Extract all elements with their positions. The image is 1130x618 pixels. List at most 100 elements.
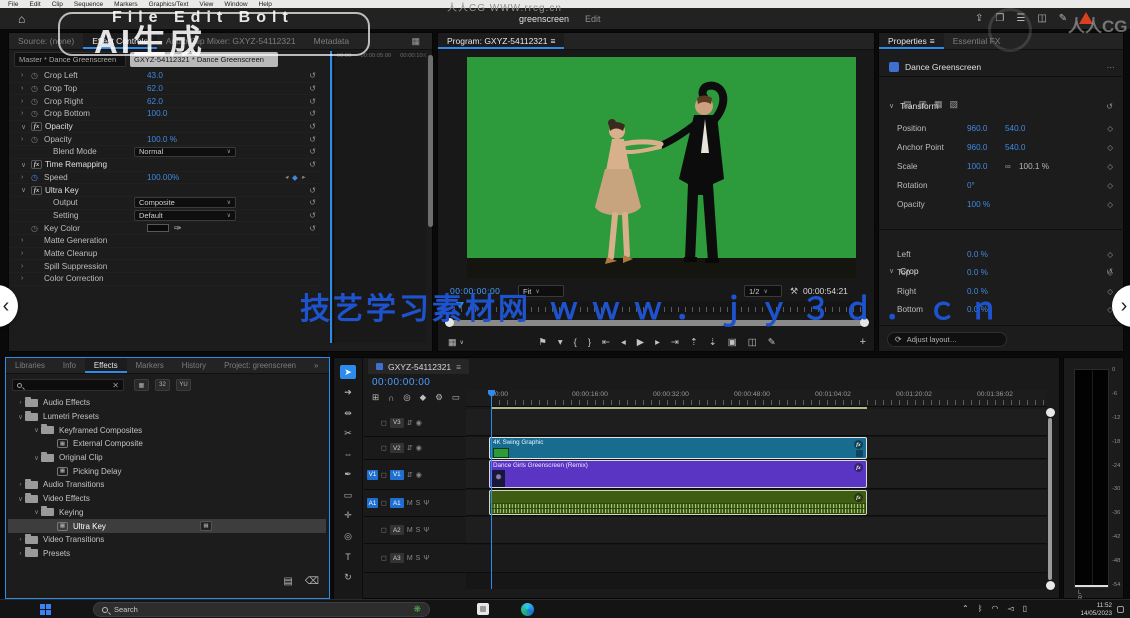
timeline-scrollbar[interactable] — [1048, 418, 1052, 580]
audio-track-header[interactable]: ◻ A3 M S Ψ — [364, 544, 466, 573]
align-center-icon[interactable]: ▥ — [919, 99, 928, 110]
tree-row[interactable]: ▦ Picking Delay ▦ — [8, 464, 326, 478]
keyframe-icon[interactable]: ◇ — [1107, 268, 1113, 277]
twirl-icon[interactable]: ∨ — [21, 186, 31, 194]
notification-center-icon[interactable] — [1117, 606, 1124, 613]
sequence-tab[interactable]: GXYZ-54112321 ≡ — [368, 359, 469, 374]
effect-row[interactable]: › ◷ fx Crop Right 62.0 62.0∨ ✑ ◂◆▸ ↺ — [9, 95, 321, 108]
property-row[interactable]: Rotation 0° ∞ ◇ — [879, 176, 1125, 195]
align-middle-icon[interactable]: ▧ — [950, 99, 959, 110]
solo-button[interactable]: S — [416, 500, 421, 507]
marker-menu-icon[interactable]: ▾ — [558, 337, 563, 348]
property-value[interactable]: 0.0 % — [967, 268, 988, 277]
add-marker-icon[interactable]: ⚑ — [538, 337, 547, 348]
timeline-playhead[interactable] — [491, 390, 492, 589]
source-patch-button[interactable] — [367, 443, 378, 453]
zoom-tool[interactable]: ◎ — [340, 529, 356, 543]
linked-selection-icon[interactable]: ◎ — [403, 392, 410, 403]
compare-view-icon[interactable]: ◫ — [748, 337, 757, 348]
home-icon[interactable]: ⌂ — [18, 12, 25, 26]
yuv-filter-icon[interactable]: YU — [176, 379, 191, 391]
source-patch-button[interactable] — [367, 553, 378, 563]
taskbar-search[interactable]: Search ❋ — [93, 602, 430, 617]
fx-badge[interactable]: fx — [854, 440, 863, 449]
twirl-icon[interactable]: › — [21, 263, 31, 270]
property-value[interactable]: 62.0 — [147, 97, 163, 106]
fx-badge[interactable]: fx — [854, 493, 863, 502]
tab-properties[interactable]: Properties≡ — [879, 33, 944, 49]
effect-row[interactable]: › ◷ fx Color Correction ∨ ✑ ◂◆▸ ↺ — [9, 273, 321, 286]
property-row[interactable]: Scale 100.0 ∞ 100.1 % ◇ — [879, 157, 1125, 176]
nest-toggle-icon[interactable]: ⊞ — [372, 392, 379, 403]
twirl-icon[interactable]: › — [21, 136, 31, 143]
fx-badge[interactable]: fx — [854, 463, 863, 472]
os-menu-item[interactable]: Graphics/Text — [149, 1, 189, 8]
twirl-icon[interactable]: › — [16, 481, 25, 488]
mute-button[interactable]: M — [407, 527, 413, 534]
os-menu-item[interactable]: Clip — [52, 1, 63, 8]
effect-row[interactable]: › ◷ fx Matte Generation ∨ ✑ ◂◆▸ ↺ — [9, 235, 321, 248]
clear-search-icon[interactable]: ✕ — [112, 381, 119, 390]
track-lock-icon[interactable]: ◻ — [381, 554, 387, 562]
track-target-button[interactable]: V3 — [390, 418, 404, 428]
property-value[interactable]: 0° — [967, 181, 1005, 190]
clip-v2-graphic[interactable]: 4K Swing Graphic fx — [489, 437, 867, 459]
stopwatch-icon[interactable]: ◷ — [31, 135, 44, 144]
effect-row[interactable]: ◷ fx Setting Default Default∨ ✑ ◂◆▸ ↺ — [9, 210, 321, 223]
search-input[interactable] — [26, 380, 108, 391]
toggle-output-eye-icon[interactable]: ◉ — [416, 444, 422, 452]
twirl-icon[interactable]: › — [21, 98, 31, 105]
solo-button[interactable]: S — [416, 555, 421, 562]
link-icon[interactable]: ∞ — [1005, 162, 1019, 171]
crop-row[interactable]: Top 0.0 % ◇ — [879, 264, 1125, 283]
snap-icon[interactable]: ∩ — [388, 393, 394, 403]
video-track-header[interactable]: ◻ V2 ⇵ ◉ — [364, 437, 466, 460]
button-editor-icon[interactable]: + — [860, 336, 866, 348]
keyframe-nav[interactable]: ◂◆▸ — [285, 173, 305, 182]
go-to-in-icon[interactable]: ⇤ — [602, 337, 610, 348]
hand-tool[interactable]: ✛ — [340, 509, 356, 523]
track-lock-icon[interactable]: ◻ — [381, 499, 387, 507]
effects-search-box[interactable]: ✕ — [12, 379, 124, 391]
reset-icon[interactable]: ↺ — [309, 147, 316, 156]
stopwatch-icon[interactable]: ◷ — [31, 173, 44, 182]
align-top-icon[interactable]: ▦ — [934, 99, 943, 110]
twirl-icon[interactable]: › — [21, 174, 31, 181]
mute-button[interactable]: M — [407, 555, 413, 562]
source-patch-button[interactable] — [367, 525, 378, 535]
property-value[interactable]: 100.00% — [147, 173, 179, 182]
voiceover-mic-icon[interactable]: Ψ — [423, 500, 429, 507]
reset-icon[interactable]: ↺ — [309, 224, 316, 233]
track-target-button[interactable]: V2 — [390, 443, 404, 453]
crop-row[interactable]: Left 0.0 % ◇ — [879, 245, 1125, 264]
reset-icon[interactable]: ↺ — [309, 211, 316, 220]
property-value[interactable]: 100 % — [967, 200, 1005, 209]
twirl-icon[interactable]: › — [21, 237, 31, 244]
edge-browser-icon[interactable] — [521, 603, 534, 616]
os-menu-item[interactable]: Window — [224, 1, 247, 8]
delete-icon[interactable]: ⌫ — [305, 576, 319, 587]
twirl-icon[interactable]: › — [21, 110, 31, 117]
os-menu-item[interactable]: File — [8, 1, 18, 8]
property-row[interactable]: Opacity 100 % ∞ ◇ — [879, 195, 1125, 214]
effect-controls-scrollbar[interactable] — [428, 55, 433, 227]
track-lane-a3[interactable] — [466, 545, 1047, 573]
property-row[interactable]: Position 960.0 ∞ 540.0 ◇ — [879, 119, 1125, 138]
wifi-icon[interactable]: ◠ — [992, 604, 999, 613]
effect-row[interactable]: › ◷ fx Crop Left 43.0 43.0∨ ✑ ◂◆▸ ↺ — [9, 70, 321, 83]
monitor-settings[interactable]: ▦ ∨ — [448, 337, 464, 348]
os-menu-item[interactable]: Markers — [114, 1, 137, 8]
reset-icon[interactable]: ↺ — [1106, 102, 1113, 111]
effect-row[interactable]: › ◷ fx Crop Bottom 100.0 100.0∨ ✑ ◂◆▸ ↺ — [9, 108, 321, 121]
tree-row[interactable]: ▦ Ultra Key ▦ — [8, 519, 326, 533]
twirl-icon[interactable]: › — [16, 399, 25, 406]
effect-row[interactable]: ∨ ◷ fx Time Remapping ∨ ✑ ◂◆▸ ↺ — [9, 159, 321, 172]
razor-tool[interactable]: ✂ — [340, 427, 356, 441]
adjust-layout-button[interactable]: ⟳ Adjust layout… — [887, 332, 1007, 347]
twirl-icon[interactable]: › — [21, 72, 31, 79]
chevron-down-icon[interactable]: ∨ — [460, 339, 464, 346]
audio-track-header[interactable]: ◻ A2 M S Ψ — [364, 517, 466, 544]
workspace-tab-edit[interactable]: Edit — [585, 14, 601, 24]
panel-tab[interactable]: Project: greenscreen — [215, 358, 305, 373]
rectangle-tool[interactable]: ▭ — [340, 488, 356, 502]
